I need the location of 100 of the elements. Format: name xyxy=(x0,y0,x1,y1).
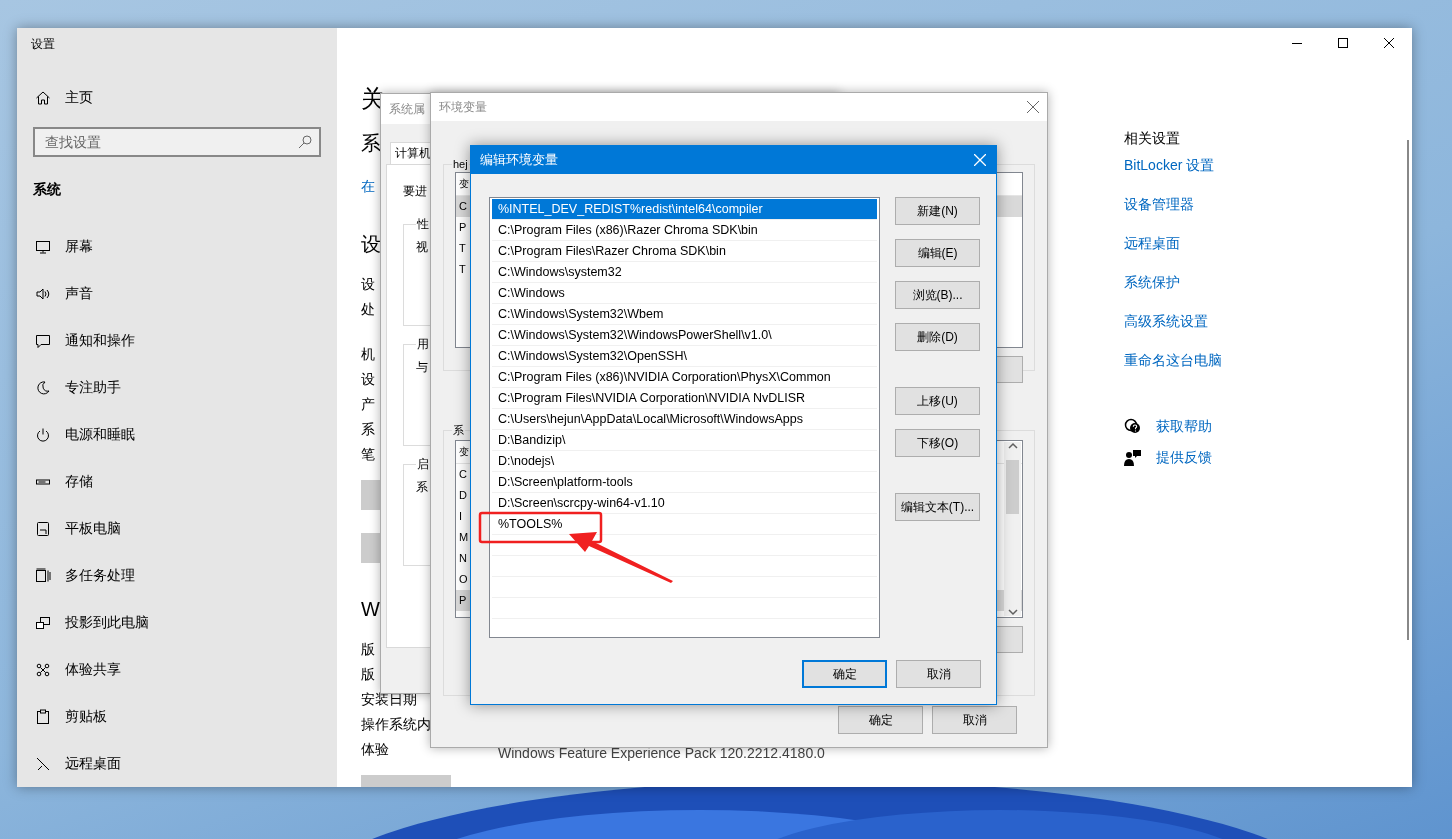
tablet-icon xyxy=(35,520,51,537)
close-icon xyxy=(1027,101,1039,113)
path-entry[interactable]: C:\Windows xyxy=(492,283,877,304)
nav-item[interactable]: 通知和操作 xyxy=(33,317,135,364)
section-heading: 设 xyxy=(361,232,381,257)
scrollbar-thumb[interactable] xyxy=(1006,460,1019,514)
group-label: hej xyxy=(452,158,469,170)
nav-item[interactable]: 远程桌面 xyxy=(33,740,121,787)
path-entry[interactable]: C:\Users\hejun\AppData\Local\Microsoft\WindowsApps xyxy=(492,409,877,430)
power-icon xyxy=(35,426,51,443)
path-entry[interactable]: D:\Bandizip\ xyxy=(492,430,877,451)
scrollbar[interactable] xyxy=(1407,140,1409,640)
spec-label: 设 xyxy=(361,370,375,389)
home-icon xyxy=(35,90,51,106)
nav-item[interactable]: 电源和睡眠 xyxy=(33,411,135,458)
group-text: 与 xyxy=(416,360,428,374)
column-header: 变 xyxy=(459,178,469,189)
spec-value: Windows Feature Experience Pack 120.2212.4180.0 xyxy=(498,744,825,762)
home-nav-item[interactable]: 主页 xyxy=(33,88,93,108)
spec-label: 处 xyxy=(361,300,375,319)
nav-item[interactable]: 剪贴板 xyxy=(33,693,107,740)
window-title: 编辑环境变量 xyxy=(480,151,558,169)
path-entry[interactable]: %INTEL_DEV_REDIST%redist\intel64\compiler xyxy=(492,199,877,220)
path-entry[interactable]: C:\Program Files (x86)\NVIDIA Corporation\PhysX\Common xyxy=(492,367,877,388)
path-entry[interactable]: C:\Windows\System32\OpenSSH\ xyxy=(492,346,877,367)
nav-item[interactable]: 屏幕 xyxy=(33,223,93,270)
action-button[interactable]: 下移(O) xyxy=(895,429,980,457)
settings-link[interactable]: 高级系统设置 xyxy=(1124,311,1208,331)
dialog-button[interactable]: 确定 xyxy=(838,706,923,734)
spec-label: 体验 xyxy=(361,741,389,757)
projector-icon xyxy=(35,614,51,631)
feedback-icon xyxy=(1124,449,1142,467)
maximize-icon xyxy=(1338,38,1348,48)
nav-item[interactable]: 多任务处理 xyxy=(33,552,135,599)
share-icon xyxy=(35,661,51,678)
intro-text: 要进 xyxy=(403,184,427,198)
path-entry[interactable]: D:\nodejs\ xyxy=(492,451,877,472)
window-title: 系统属 xyxy=(389,100,425,118)
nav-item[interactable]: 存储 xyxy=(33,458,93,505)
nav-item[interactable]: 投影到此电脑 xyxy=(33,599,149,646)
support-link[interactable]: 提供反馈 xyxy=(1156,449,1212,467)
action-button[interactable]: 删除(D) xyxy=(895,323,980,351)
close-icon xyxy=(1384,38,1394,48)
spec-label: 版 xyxy=(361,666,375,682)
spec-label: 版 xyxy=(361,641,375,657)
scrollbar[interactable] xyxy=(1004,442,1021,616)
path-entry[interactable]: C:\Program Files\Razer Chroma SDK\bin xyxy=(492,241,877,262)
dialog-button[interactable]: 取消 xyxy=(932,706,1017,734)
dialog-button[interactable]: 确定 xyxy=(802,660,887,688)
spec-label: 笔 xyxy=(361,445,375,464)
group-text: 系 xyxy=(416,480,428,494)
action-button[interactable]: 编辑文本(T)... xyxy=(895,493,980,521)
moon-icon xyxy=(35,379,51,396)
window-title: 设置 xyxy=(31,36,55,52)
settings-link[interactable]: BitLocker 设置 xyxy=(1124,155,1215,175)
chevron-up-icon xyxy=(1007,442,1018,450)
search-icon xyxy=(298,135,312,149)
path-entry[interactable]: C:\Windows\system32 xyxy=(492,262,877,283)
nav-item[interactable]: 平板电脑 xyxy=(33,505,121,552)
action-button[interactable]: 编辑(E) xyxy=(895,239,980,267)
group-label: 用 xyxy=(416,336,430,353)
settings-link[interactable]: 远程桌面 xyxy=(1124,233,1180,253)
action-button[interactable]: 浏览(B)... xyxy=(895,281,980,309)
path-entry[interactable]: C:\Program Files\NVIDIA Corporation\NVIDIA NvDLISR xyxy=(492,388,877,409)
chevron-down-icon xyxy=(1007,608,1018,616)
settings-link[interactable]: 系统保护 xyxy=(1124,272,1180,292)
dialog-button[interactable]: 取消 xyxy=(896,660,981,688)
path-entry[interactable]: D:\Screen\platform-tools xyxy=(492,472,877,493)
path-entry[interactable]: C:\Program Files (x86)\Razer Chroma SDK\bin xyxy=(492,220,877,241)
clipboard-icon xyxy=(35,708,51,725)
spec-label: 产 xyxy=(361,395,375,414)
info-link[interactable]: 在 xyxy=(361,176,375,196)
settings-link[interactable]: 重命名这台电脑 xyxy=(1124,350,1222,370)
monitor-icon xyxy=(35,238,51,255)
nav-item[interactable]: 专注助手 xyxy=(33,364,121,411)
group-label: 启 xyxy=(416,456,430,473)
help-icon xyxy=(1124,418,1142,436)
group-text: 视 xyxy=(416,240,428,254)
spec-label: 机 xyxy=(361,345,375,364)
path-entry[interactable]: C:\Windows\System32\Wbem xyxy=(492,304,877,325)
support-link[interactable]: 获取帮助 xyxy=(1156,418,1212,436)
group-label: 性 xyxy=(416,216,430,233)
section-heading: 系统 xyxy=(33,180,61,198)
action-button[interactable]: 上移(U) xyxy=(895,387,980,415)
close-icon xyxy=(974,154,986,166)
section-heading: W xyxy=(361,597,380,622)
path-entry[interactable]: C:\Windows\System32\WindowsPowerShell\v1.0\ xyxy=(492,325,877,346)
nav-item[interactable]: 声音 xyxy=(33,270,93,317)
nav-item[interactable]: 体验共享 xyxy=(33,646,121,693)
spec-label: 操作系统内 xyxy=(361,716,431,732)
spec-label: 系 xyxy=(361,420,375,439)
path-list[interactable] xyxy=(489,197,880,638)
message-icon xyxy=(35,332,51,349)
settings-link[interactable]: 设备管理器 xyxy=(1124,194,1194,214)
action-button[interactable]: 新建(N) xyxy=(895,197,980,225)
path-entry[interactable]: D:\Screen\scrcpy-win64-v1.10 xyxy=(492,493,877,514)
search-field[interactable]: 查找设置 xyxy=(33,127,321,157)
group-label: 系 xyxy=(452,423,465,438)
column-header: 变 xyxy=(459,446,469,457)
related-settings-heading: 相关设置 xyxy=(1124,129,1180,147)
